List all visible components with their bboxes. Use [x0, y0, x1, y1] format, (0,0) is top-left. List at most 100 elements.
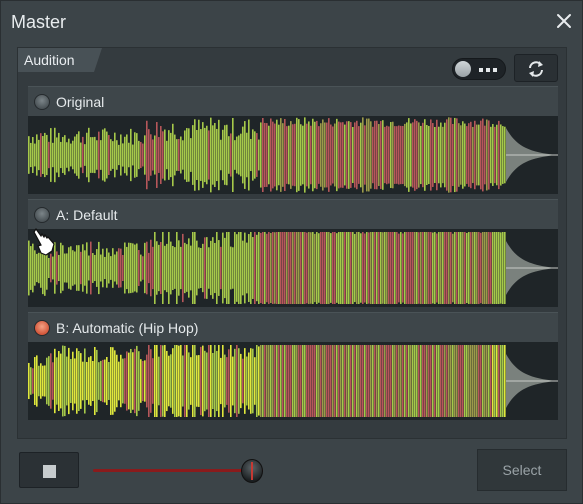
- waveform-sample: [450, 117, 452, 193]
- waveform-sample: [36, 355, 38, 407]
- waveform-sample: [456, 345, 458, 417]
- waveform-sample: [254, 131, 256, 179]
- waveform-sample: [384, 232, 386, 304]
- waveform-sample: [90, 356, 92, 406]
- waveform-sample: [118, 361, 120, 401]
- waveform-sample: [410, 232, 412, 304]
- waveform-sample: [480, 232, 482, 304]
- waveform-sample: [394, 126, 396, 184]
- waveform-sample: [434, 126, 436, 184]
- waveform-sample: [472, 126, 474, 184]
- waveform-sample: [220, 139, 222, 171]
- waveform-sample: [364, 345, 366, 417]
- waveform-sample: [334, 345, 336, 417]
- waveform-sample: [286, 345, 288, 417]
- waveform-sample: [294, 345, 296, 417]
- waveform-sample: [94, 254, 96, 282]
- refresh-button[interactable]: [514, 54, 558, 82]
- waveform-sample: [326, 232, 328, 304]
- radio-original[interactable]: [34, 94, 50, 110]
- waveform-sample: [334, 123, 336, 187]
- waveform-sample: [232, 247, 234, 289]
- waveform-sample: [262, 345, 264, 417]
- waveform-sample: [190, 138, 192, 172]
- waveform-sample: [158, 356, 160, 406]
- waveform-sample: [38, 252, 40, 284]
- waveform-sample: [38, 365, 40, 397]
- waveform-sample: [256, 133, 258, 177]
- waveform-sample: [234, 348, 236, 414]
- audition-toggle[interactable]: [452, 58, 506, 80]
- waveform-sample: [42, 136, 44, 174]
- slider-thumb[interactable]: [241, 459, 263, 483]
- waveform-sample: [106, 356, 108, 406]
- waveform-sample: [414, 119, 416, 191]
- waveform-sample: [378, 124, 380, 186]
- waveform-sample: [64, 345, 66, 417]
- waveform-sample: [194, 345, 196, 417]
- volume-slider[interactable]: [93, 457, 283, 485]
- waveform-sample: [410, 345, 412, 417]
- waveform-sample: [400, 345, 402, 417]
- waveform-sample: [454, 117, 456, 193]
- waveform-sample: [448, 345, 450, 417]
- waveform-sample: [114, 132, 116, 178]
- waveform-sample: [356, 345, 358, 417]
- waveform-sample: [356, 120, 358, 190]
- waveform-sample: [478, 124, 480, 186]
- waveform-sample: [496, 124, 498, 186]
- waveform-sample: [54, 127, 56, 183]
- waveform-sample: [242, 126, 244, 184]
- radio-a-default[interactable]: [34, 207, 50, 223]
- waveform-sample: [98, 362, 100, 400]
- waveform-sample: [206, 237, 208, 299]
- waveform-sample: [36, 253, 38, 283]
- waveform-sample: [332, 345, 334, 417]
- waveform-sample: [300, 232, 302, 304]
- waveform-sample: [398, 125, 400, 185]
- waveform-sample: [192, 232, 194, 304]
- waveform-sample: [382, 345, 384, 417]
- title-bar: Master: [1, 1, 583, 45]
- waveform-sample: [50, 128, 52, 182]
- waveform-sample: [162, 232, 164, 304]
- select-button[interactable]: Select: [477, 449, 567, 491]
- waveform-a-default[interactable]: [28, 229, 558, 307]
- waveform-sample: [138, 250, 140, 286]
- waveform-sample: [468, 123, 470, 187]
- waveform-sample: [286, 126, 288, 184]
- waveform-sample: [146, 241, 148, 295]
- waveform-b-automatic[interactable]: [28, 342, 558, 420]
- waveform-sample: [494, 232, 496, 304]
- waveform-sample: [174, 134, 176, 176]
- waveform-sample: [408, 345, 410, 417]
- waveform-sample: [206, 352, 208, 410]
- waveform-sample: [360, 122, 362, 188]
- waveform-sample: [264, 122, 266, 188]
- waveform-sample: [412, 345, 414, 417]
- waveform-sample: [500, 124, 502, 186]
- waveform-sample: [296, 345, 298, 417]
- waveform-sample: [56, 137, 58, 173]
- waveform-sample: [438, 345, 440, 417]
- waveform-sample: [110, 139, 112, 171]
- waveform-sample: [318, 345, 320, 417]
- waveform-sample: [386, 125, 388, 185]
- close-button[interactable]: [554, 11, 574, 31]
- waveform-sample: [248, 352, 250, 410]
- waveform-sample: [98, 241, 100, 295]
- waveform-sample: [232, 117, 234, 193]
- waveform-sample: [198, 247, 200, 289]
- waveform-sample: [406, 232, 408, 304]
- waveform-sample: [420, 345, 422, 417]
- waveform-original[interactable]: [28, 116, 558, 194]
- waveform-sample: [174, 345, 176, 417]
- waveform-sample: [470, 121, 472, 189]
- radio-b-automatic[interactable]: [34, 320, 50, 336]
- waveform-sample: [164, 245, 166, 291]
- stop-button[interactable]: [19, 452, 79, 488]
- waveform-sample: [444, 232, 446, 304]
- waveform-sample: [126, 351, 128, 411]
- waveform-sample: [52, 256, 54, 280]
- waveform-sample: [428, 345, 430, 417]
